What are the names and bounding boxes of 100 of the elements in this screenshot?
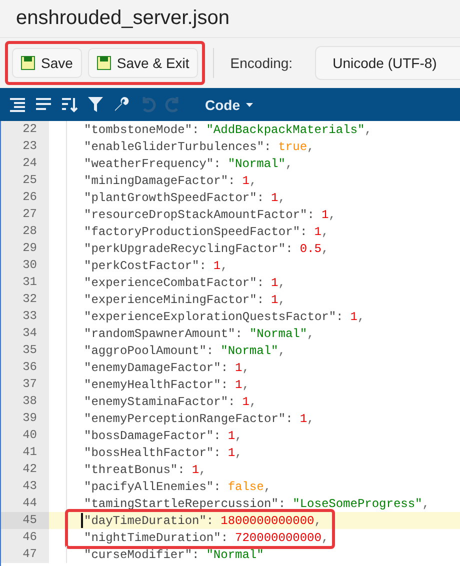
json-value: 1 bbox=[235, 378, 242, 392]
json-key: "bossHealthFactor": bbox=[84, 446, 221, 460]
json-value: 1 bbox=[321, 208, 329, 222]
comma: , bbox=[307, 326, 314, 340]
line-number: 44 bbox=[1, 495, 49, 512]
json-value: 1800000000000 bbox=[220, 514, 314, 528]
line-number: 40 bbox=[1, 427, 49, 444]
comma: , bbox=[235, 428, 242, 442]
json-key: "aggroPoolAmount": bbox=[84, 344, 214, 358]
json-value: 0.5 bbox=[300, 242, 322, 256]
json-key: "dayTimeDuration": bbox=[84, 514, 214, 528]
line-number: 37 bbox=[1, 376, 49, 393]
line-number: 34 bbox=[1, 325, 49, 342]
json-key: "enemyDamageFactor": bbox=[84, 360, 228, 374]
comma: , bbox=[321, 224, 329, 238]
json-value: 1 bbox=[228, 446, 236, 460]
comma: , bbox=[220, 258, 228, 272]
comma: , bbox=[307, 412, 314, 426]
wrench-icon[interactable] bbox=[113, 96, 130, 113]
comma: , bbox=[422, 496, 430, 510]
json-value: 1 bbox=[228, 428, 236, 442]
line-number: 43 bbox=[1, 478, 49, 495]
indent-icon[interactable] bbox=[9, 96, 26, 113]
align-left-icon[interactable] bbox=[35, 96, 52, 113]
json-key: "enemyStaminaFactor": bbox=[84, 394, 236, 408]
json-value: "Normal" bbox=[228, 156, 286, 170]
sort-icon[interactable] bbox=[61, 96, 78, 113]
json-value: "AddBackpackMaterials" bbox=[206, 122, 365, 136]
comma: , bbox=[249, 394, 257, 408]
line-number: 35 bbox=[1, 342, 49, 359]
json-value: "Normal" bbox=[206, 548, 264, 562]
json-key: "perkCostFactor": bbox=[84, 258, 206, 272]
json-key: "plantGrowthSpeedFactor": bbox=[84, 190, 264, 204]
comma: , bbox=[278, 276, 286, 290]
json-key: "curseModifier": bbox=[84, 548, 200, 562]
json-value: "Normal" bbox=[220, 344, 278, 358]
comma: , bbox=[314, 514, 322, 528]
line-number: 27 bbox=[1, 206, 49, 223]
json-value: 1 bbox=[314, 224, 322, 238]
json-key: "experienceExplorationQuestsFactor": bbox=[84, 310, 344, 324]
line-number: 41 bbox=[1, 444, 49, 461]
json-value: false bbox=[228, 480, 264, 494]
line-number: 36 bbox=[1, 359, 49, 376]
caret-icon bbox=[246, 102, 253, 106]
mode-dropdown[interactable]: Code bbox=[205, 96, 253, 112]
comma: , bbox=[199, 462, 206, 476]
comma: , bbox=[321, 530, 329, 544]
comma: , bbox=[249, 174, 257, 188]
json-value: true bbox=[278, 140, 308, 154]
json-key: "tombstoneMode": bbox=[84, 122, 200, 136]
json-value: 1 bbox=[192, 462, 200, 476]
line-number: 39 bbox=[1, 410, 49, 427]
json-key: "enableGliderTurbulences": bbox=[84, 140, 272, 154]
json-value: 1 bbox=[350, 310, 358, 324]
json-key: "resourceDropStackAmountFactor": bbox=[84, 208, 314, 222]
comma: , bbox=[321, 242, 329, 256]
line-number: 46 bbox=[1, 529, 49, 546]
line-number: 24 bbox=[1, 155, 49, 172]
json-value: 1 bbox=[242, 394, 250, 408]
comma: , bbox=[242, 360, 250, 374]
json-value: 1 bbox=[300, 412, 308, 426]
comma: , bbox=[264, 480, 272, 494]
json-value: 1 bbox=[271, 276, 278, 290]
json-value: 1 bbox=[213, 258, 221, 272]
comma: , bbox=[278, 190, 286, 204]
json-key: "experienceMiningFactor": bbox=[84, 292, 264, 306]
json-value: 1 bbox=[235, 360, 242, 374]
window-title: enshrouded_server.json bbox=[16, 7, 230, 30]
line-number: 30 bbox=[1, 257, 49, 274]
json-key: "enemyPerceptionRangeFactor": bbox=[84, 412, 293, 426]
comma: , bbox=[278, 292, 286, 306]
line-number: 47 bbox=[1, 546, 49, 563]
json-value: 1 bbox=[271, 292, 278, 306]
line-number: 29 bbox=[1, 240, 49, 257]
save-button[interactable]: Save bbox=[12, 48, 82, 78]
save-button[interactable]: Save & Exit bbox=[88, 48, 198, 78]
line-number: 23 bbox=[1, 138, 49, 155]
json-value: 1 bbox=[271, 190, 278, 204]
json-key: "factoryProductionSpeedFactor": bbox=[84, 224, 308, 238]
json-key: "tamingStartleRepercussion": bbox=[84, 496, 286, 510]
line-number: 42 bbox=[1, 461, 49, 478]
json-value: 1 bbox=[242, 174, 250, 188]
json-value: "Normal" bbox=[249, 326, 308, 340]
json-key: "pacifyAllEnemies": bbox=[84, 480, 221, 494]
comma: , bbox=[278, 344, 286, 358]
json-key: "bossDamageFactor": bbox=[84, 428, 221, 442]
line-number: 33 bbox=[1, 308, 49, 325]
json-key: "nightTimeDuration": bbox=[84, 530, 228, 544]
line-number: 22 bbox=[1, 121, 49, 138]
line-number: 32 bbox=[1, 291, 49, 308]
json-key: "randomSpawnerAmount": bbox=[84, 326, 242, 340]
line-number: 31 bbox=[1, 274, 49, 291]
line-number: 26 bbox=[1, 189, 49, 206]
json-key: "miningDamageFactor": bbox=[84, 174, 236, 188]
line-number: 38 bbox=[1, 393, 49, 410]
json-key: "perkUpgradeRecyclingFactor": bbox=[84, 242, 293, 256]
comma: , bbox=[307, 140, 314, 154]
filter-icon[interactable] bbox=[87, 96, 104, 113]
json-key: "experienceCombatFactor": bbox=[84, 276, 264, 290]
encoding-select[interactable]: Unicode (UTF-8) bbox=[314, 46, 460, 80]
